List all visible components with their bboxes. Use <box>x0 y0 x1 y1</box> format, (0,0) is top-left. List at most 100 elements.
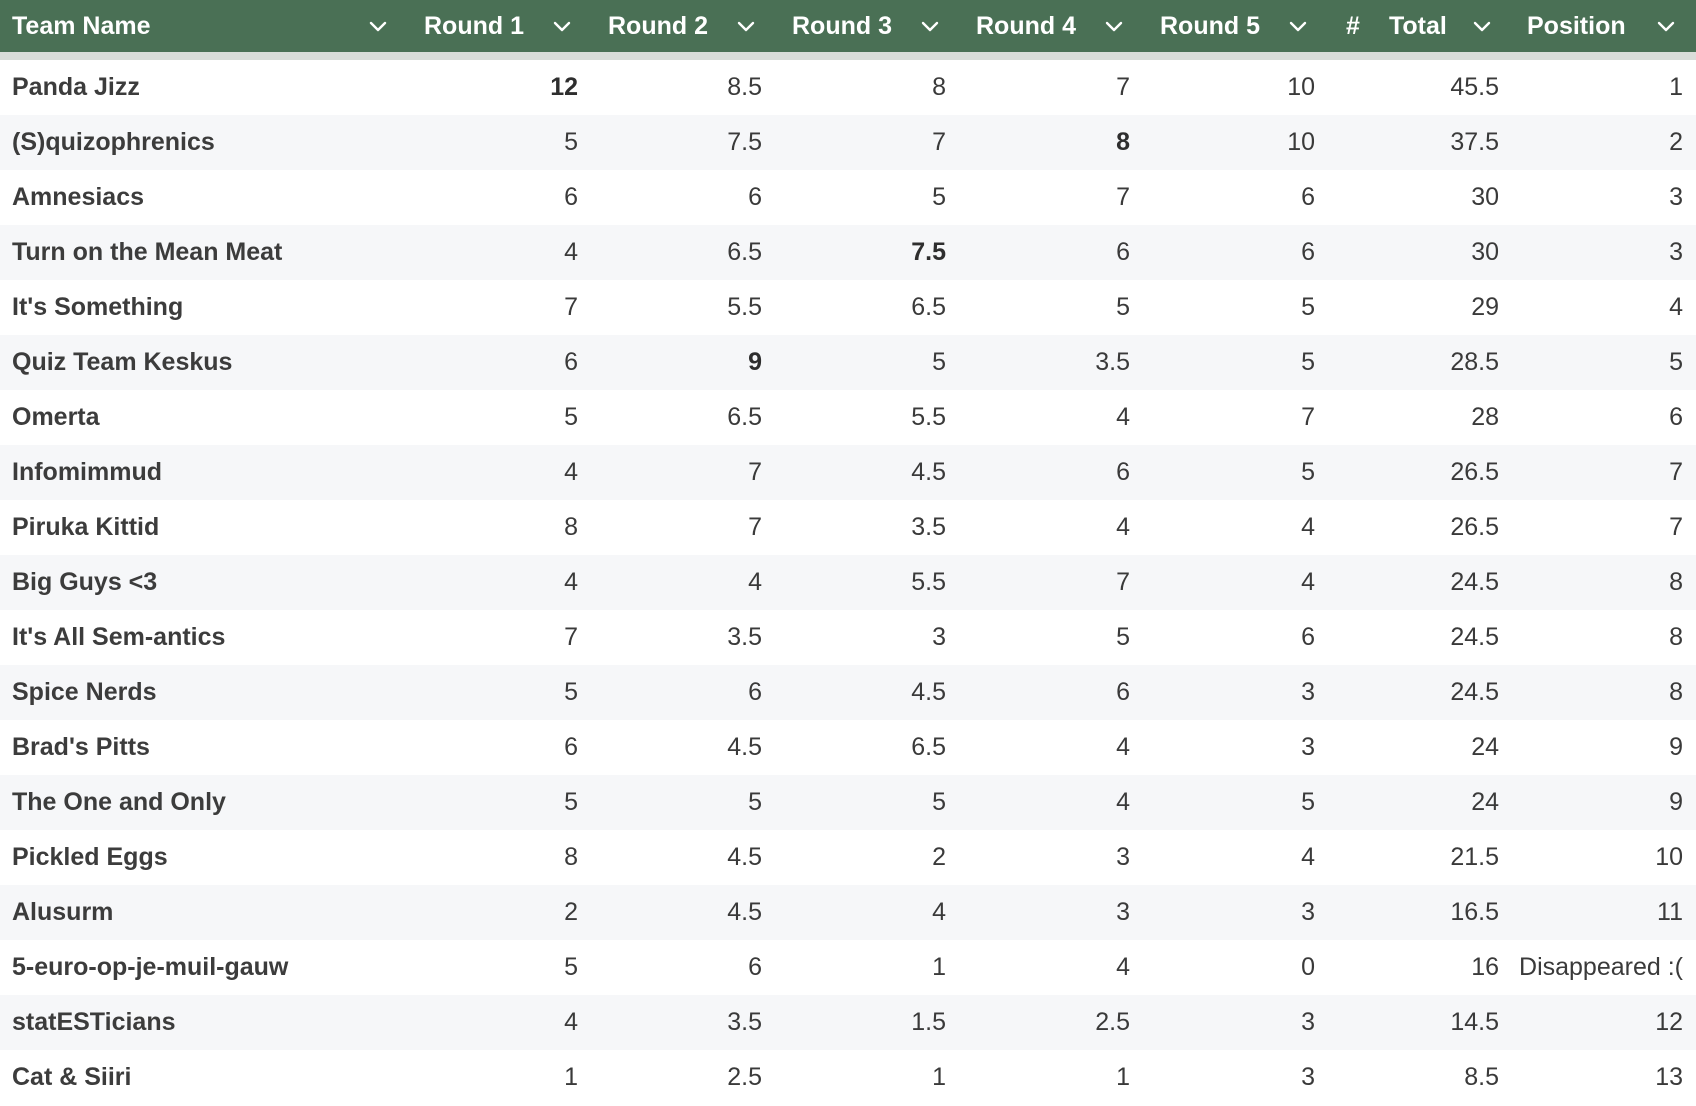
round-2-cell: 7 <box>748 513 762 541</box>
table-row: The One and Only 5 5 5 4 5 24 9 <box>0 775 1696 830</box>
column-header-round-3[interactable]: Round 3 <box>778 0 962 52</box>
round-1-cell: 1 <box>564 1063 578 1091</box>
round-1-cell: 7 <box>564 623 578 651</box>
round-2-cell: 8.5 <box>727 73 762 101</box>
round-3-cell: 5.5 <box>911 403 946 431</box>
team-name-cell: Pickled Eggs <box>12 843 168 871</box>
round-4-cell: 4 <box>1116 953 1130 981</box>
round-4-cell: 4 <box>1116 403 1130 431</box>
round-5-cell: 4 <box>1301 513 1315 541</box>
round-3-cell: 7 <box>932 128 946 156</box>
round-2-cell: 6 <box>748 953 762 981</box>
chevron-down-icon[interactable] <box>1105 17 1123 35</box>
round-2-cell: 3.5 <box>727 1008 762 1036</box>
column-header-label: Team Name <box>12 12 151 40</box>
round-3-cell: 1.5 <box>911 1008 946 1036</box>
round-4-cell: 7 <box>1116 183 1130 211</box>
round-1-cell: 2 <box>564 898 578 926</box>
round-4-cell: 6 <box>1116 678 1130 706</box>
column-header-round-1[interactable]: Round 1 <box>410 0 594 52</box>
round-5-cell: 7 <box>1301 403 1315 431</box>
team-name-cell: (S)quizophrenics <box>12 128 215 156</box>
round-2-cell: 4 <box>748 568 762 596</box>
round-2-cell: 6.5 <box>727 238 762 266</box>
column-header-total[interactable]: # Total <box>1330 0 1514 52</box>
team-name-cell: Omerta <box>12 403 100 431</box>
total-cell: 16 <box>1471 953 1499 981</box>
table-row: Piruka Kittid 8 7 3.5 4 4 26.5 7 <box>0 500 1696 555</box>
position-cell: 9 <box>1669 788 1683 816</box>
column-header-position[interactable]: Position <box>1514 0 1696 52</box>
round-5-cell: 3 <box>1301 1008 1315 1036</box>
round-4-cell: 6 <box>1116 458 1130 486</box>
round-3-cell: 5 <box>932 788 946 816</box>
round-5-cell: 6 <box>1301 238 1315 266</box>
column-header-round-5[interactable]: Round 5 <box>1146 0 1330 52</box>
table-header: Team Name Round 1 Round 2 Round 3 Round <box>0 0 1696 60</box>
column-header-round-2[interactable]: Round 2 <box>594 0 778 52</box>
round-2-cell: 6 <box>748 678 762 706</box>
chevron-down-icon[interactable] <box>553 17 571 35</box>
round-4-cell: 5 <box>1116 623 1130 651</box>
table-row: It's All Sem-antics 7 3.5 3 5 6 24.5 8 <box>0 610 1696 665</box>
round-4-cell: 3.5 <box>1095 348 1130 376</box>
table-row: Big Guys <3 4 4 5.5 7 4 24.5 8 <box>0 555 1696 610</box>
team-name-cell: Panda Jizz <box>12 73 140 101</box>
total-cell: 28 <box>1471 403 1499 431</box>
round-3-cell: 4 <box>932 898 946 926</box>
team-name-cell: Big Guys <3 <box>12 568 158 596</box>
position-cell: 10 <box>1655 843 1683 871</box>
round-5-cell: 5 <box>1301 293 1315 321</box>
column-header-label: Round 5 <box>1160 12 1260 40</box>
column-header-round-4[interactable]: Round 4 <box>962 0 1146 52</box>
round-5-cell: 3 <box>1301 898 1315 926</box>
round-2-cell: 5 <box>748 788 762 816</box>
chevron-down-icon[interactable] <box>369 17 387 35</box>
column-header-team-name[interactable]: Team Name <box>0 0 390 52</box>
round-3-cell: 3.5 <box>911 513 946 541</box>
position-cell: Disappeared :( <box>1519 953 1683 981</box>
position-cell: 9 <box>1669 733 1683 761</box>
table-row: 5-euro-op-je-muil-gauw 5 6 1 4 0 16 Disappeared… <box>0 940 1696 995</box>
round-4-cell: 4 <box>1116 733 1130 761</box>
round-2-cell: 4.5 <box>727 733 762 761</box>
position-cell: 8 <box>1669 678 1683 706</box>
round-4-cell: 6 <box>1116 238 1130 266</box>
team-name-cell: Cat & Siiri <box>12 1063 132 1091</box>
round-2-cell: 2.5 <box>727 1063 762 1091</box>
chevron-down-icon[interactable] <box>1289 17 1307 35</box>
position-cell: 2 <box>1669 128 1683 156</box>
chevron-down-icon[interactable] <box>1657 17 1675 35</box>
total-cell: 16.5 <box>1450 898 1499 926</box>
total-cell: 21.5 <box>1450 843 1499 871</box>
team-name-cell: Amnesiacs <box>12 183 145 211</box>
round-1-cell: 4 <box>564 238 578 266</box>
round-1-cell: 6 <box>564 733 578 761</box>
round-1-cell: 4 <box>564 1008 578 1036</box>
round-3-cell: 6.5 <box>911 293 946 321</box>
position-cell: 8 <box>1669 623 1683 651</box>
round-5-cell: 6 <box>1301 623 1315 651</box>
round-5-cell: 3 <box>1301 678 1315 706</box>
team-name-cell: Turn on the Mean Meat <box>12 238 283 266</box>
round-3-cell: 6.5 <box>911 733 946 761</box>
table-row: Pickled Eggs 8 4.5 2 3 4 21.5 10 <box>0 830 1696 885</box>
round-4-cell: 4 <box>1116 513 1130 541</box>
total-cell: 24.5 <box>1450 623 1499 651</box>
round-5-cell: 3 <box>1301 733 1315 761</box>
round-3-cell: 1 <box>932 1063 946 1091</box>
round-2-cell: 7 <box>748 458 762 486</box>
round-2-cell: 5.5 <box>727 293 762 321</box>
total-cell: 30 <box>1471 183 1499 211</box>
table-row: Omerta 5 6.5 5.5 4 7 28 6 <box>0 390 1696 445</box>
chevron-down-icon[interactable] <box>1473 17 1491 35</box>
chevron-down-icon[interactable] <box>737 17 755 35</box>
position-cell: 7 <box>1669 458 1683 486</box>
position-cell: 11 <box>1657 898 1683 926</box>
round-5-cell: 10 <box>1287 73 1315 101</box>
total-cell: 24 <box>1471 733 1499 761</box>
position-cell: 8 <box>1669 568 1683 596</box>
table-row: Brad's Pitts 6 4.5 6.5 4 3 24 9 <box>0 720 1696 775</box>
chevron-down-icon[interactable] <box>921 17 939 35</box>
total-cell: 26.5 <box>1450 513 1499 541</box>
